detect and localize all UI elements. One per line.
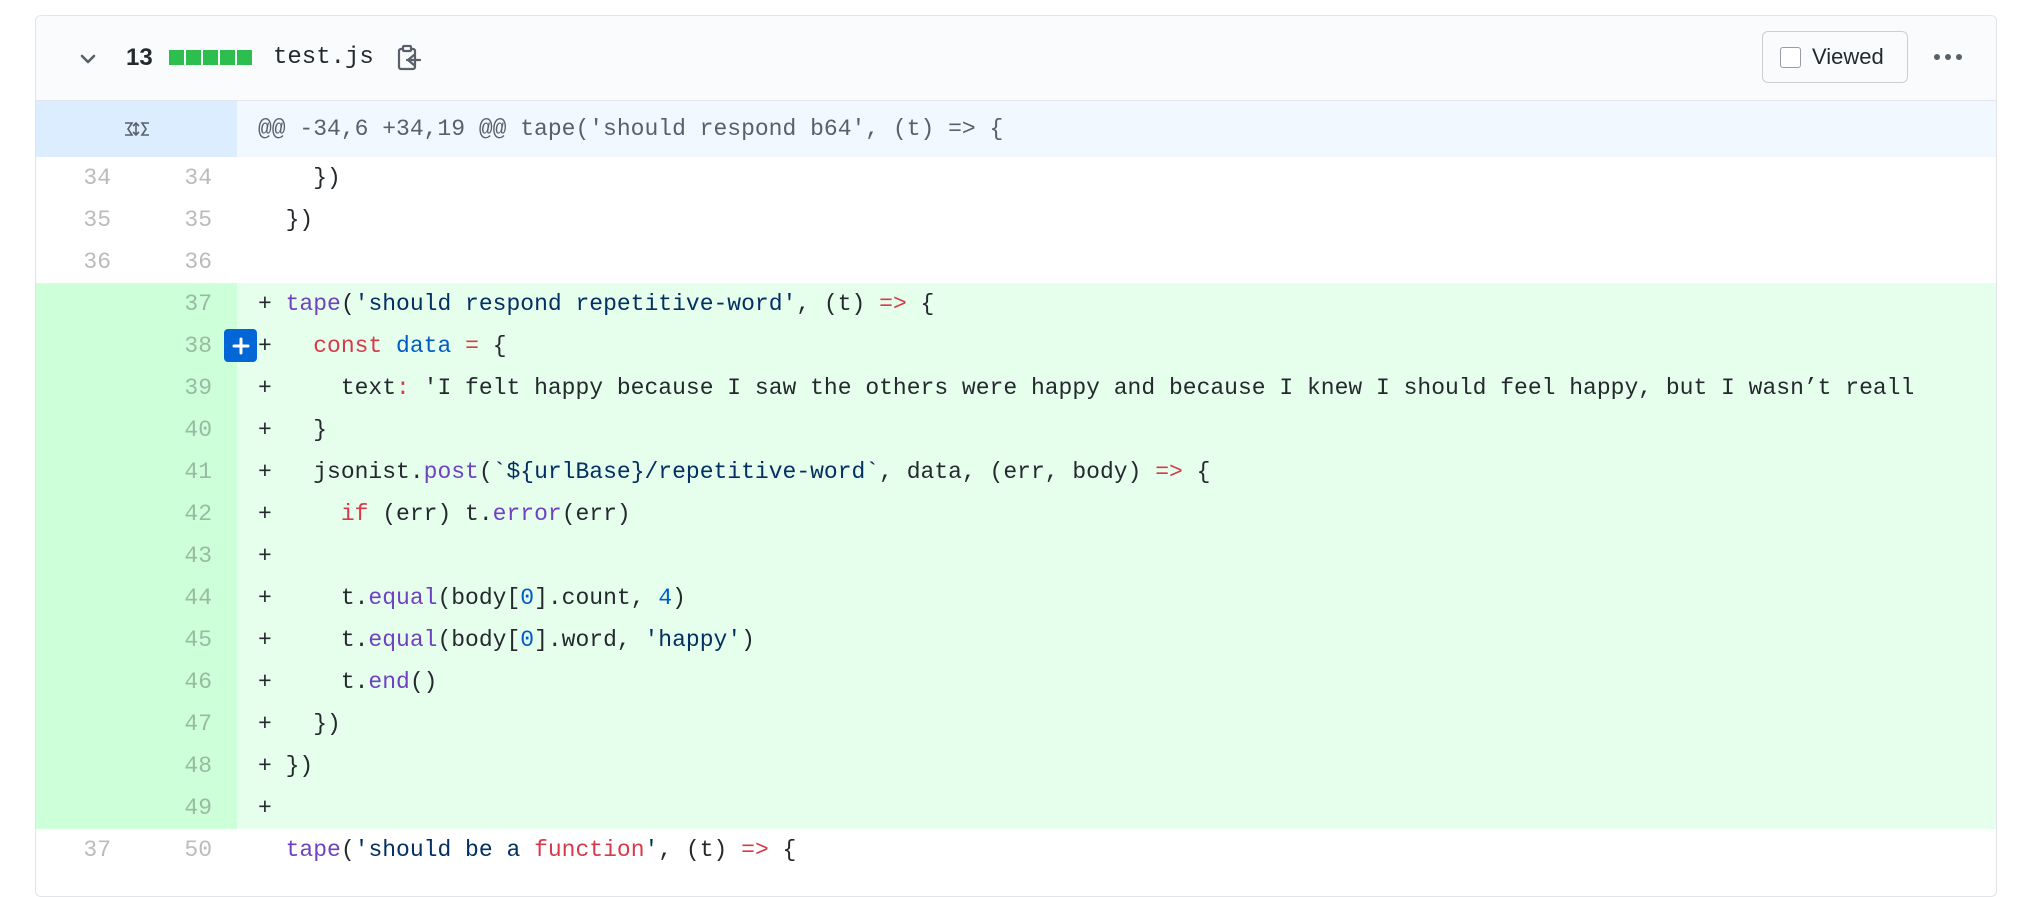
old-line-number[interactable]: 36 [36, 241, 136, 283]
old-line-number[interactable]: 34 [36, 157, 136, 199]
file-header: 13 test.js Viewed [36, 16, 1996, 101]
new-line-number[interactable]: 43 [136, 535, 237, 577]
old-line-number[interactable]: 37 [36, 829, 136, 871]
new-line-number[interactable]: 49 [136, 787, 237, 829]
unfold-icon[interactable] [36, 101, 237, 157]
kebab-horizontal-icon[interactable] [1933, 49, 1963, 65]
diff-line-added: 49 + [36, 787, 1996, 829]
old-line-number[interactable] [36, 703, 136, 745]
new-line-number[interactable]: 40 [136, 409, 237, 451]
old-line-number[interactable] [36, 367, 136, 409]
code-text: + jsonist.post(`${urlBase}/repetitive-wo… [237, 451, 1996, 493]
code-text: + }) [237, 745, 1996, 787]
code-text: + text: 'I felt happy because I saw the … [237, 367, 1996, 409]
code-text: + t.equal(body[0].count, 4) [237, 577, 1996, 619]
hunk-header: @@ -34,6 +34,19 @@ tape('should respond … [36, 101, 1996, 157]
old-line-number[interactable] [36, 451, 136, 493]
diffstat-block [203, 50, 218, 65]
diff-line-added: 46 + t.end() [36, 661, 1996, 703]
diff-line-added: 44 + t.equal(body[0].count, 4) [36, 577, 1996, 619]
diffstat-block [237, 50, 252, 65]
old-line-number[interactable] [36, 661, 136, 703]
old-line-number[interactable] [36, 745, 136, 787]
diff-line-added: 40 + } [36, 409, 1996, 451]
code-text: + tape('should respond repetitive-word',… [237, 283, 1996, 325]
new-line-number[interactable]: 35 [136, 199, 237, 241]
code-text: + [237, 787, 1996, 829]
new-line-number[interactable]: 50 [136, 829, 237, 871]
new-line-number[interactable]: 39 [136, 367, 237, 409]
old-line-number[interactable] [36, 619, 136, 661]
new-line-number[interactable]: 47 [136, 703, 237, 745]
code-text: + t.equal(body[0].word, 'happy') [237, 619, 1996, 661]
new-line-number[interactable]: 48 [136, 745, 237, 787]
diff-line-added: 39 + text: 'I felt happy because I saw th… [36, 367, 1996, 409]
code-text: + const data = { [237, 325, 1996, 367]
old-line-number[interactable]: 35 [36, 199, 136, 241]
viewed-checkbox-button[interactable]: Viewed [1762, 31, 1908, 83]
diffstat-block [186, 50, 201, 65]
diff-line-context: 34 34 }) [36, 157, 1996, 199]
diff-line-added: 45 + t.equal(body[0].word, 'happy') [36, 619, 1996, 661]
diff-line-context: 37 50 tape('should be a function', (t) =>… [36, 829, 1996, 871]
new-line-number[interactable]: 42 [136, 493, 237, 535]
diff-line-added: 43 + [36, 535, 1996, 577]
chevron-down-icon[interactable] [76, 47, 100, 71]
old-line-number[interactable] [36, 409, 136, 451]
code-text: + if (err) t.error(err) [237, 493, 1996, 535]
diffstat-bar [169, 50, 252, 65]
viewed-label: Viewed [1812, 44, 1884, 69]
diffstat-block [220, 50, 235, 65]
clipboard-copy-icon[interactable] [394, 43, 424, 73]
diff-line-added: 41 + jsonist.post(`${urlBase}/repetitive-… [36, 451, 1996, 493]
new-line-number[interactable]: 34 [136, 157, 237, 199]
code-text: }) [258, 207, 314, 233]
diff-file: 13 test.js Viewed @@ -34,6 +34,19 @@ tap… [35, 15, 1997, 897]
diff-line-context: 35 35 }) [36, 199, 1996, 241]
diff-lines: 34 34 }) 35 35 }) 36 36 37 + tape('should respo… [36, 157, 1996, 871]
diff-line-added: 37 + tape('should respond repetitive-word… [36, 283, 1996, 325]
code-text: tape('should be a function', (t) => { [285, 837, 797, 863]
new-line-number[interactable]: 44 [136, 577, 237, 619]
diff-line-added: 38 + const data = { [36, 325, 1996, 367]
file-name-link[interactable]: test.js [273, 43, 374, 73]
old-line-number[interactable] [36, 493, 136, 535]
hunk-header-text: @@ -34,6 +34,19 @@ tape('should respond … [237, 101, 1996, 157]
diff-line-added: 48 + }) [36, 745, 1996, 787]
code-text: + } [237, 409, 1996, 451]
change-count: 13 [126, 44, 153, 71]
new-line-number[interactable]: 38 [136, 325, 237, 367]
new-line-number[interactable]: 36 [136, 241, 237, 283]
old-line-number[interactable] [36, 283, 136, 325]
diff-line-added: 47 + }) [36, 703, 1996, 745]
diffstat-block [169, 50, 184, 65]
new-line-number[interactable]: 41 [136, 451, 237, 493]
old-line-number[interactable] [36, 577, 136, 619]
diff-line-context: 36 36 [36, 241, 1996, 283]
old-line-number[interactable] [36, 787, 136, 829]
code-text: + }) [237, 703, 1996, 745]
new-line-number[interactable]: 37 [136, 283, 237, 325]
code-text: + t.end() [237, 661, 1996, 703]
code-text: + [237, 535, 1996, 577]
code-text: }) [258, 165, 341, 191]
plus-icon[interactable] [224, 329, 257, 362]
new-line-number[interactable]: 45 [136, 619, 237, 661]
old-line-number[interactable] [36, 325, 136, 367]
old-line-number[interactable] [36, 535, 136, 577]
diff-line-added: 42 + if (err) t.error(err) [36, 493, 1996, 535]
new-line-number[interactable]: 46 [136, 661, 237, 703]
viewed-checkbox[interactable] [1780, 46, 1801, 68]
